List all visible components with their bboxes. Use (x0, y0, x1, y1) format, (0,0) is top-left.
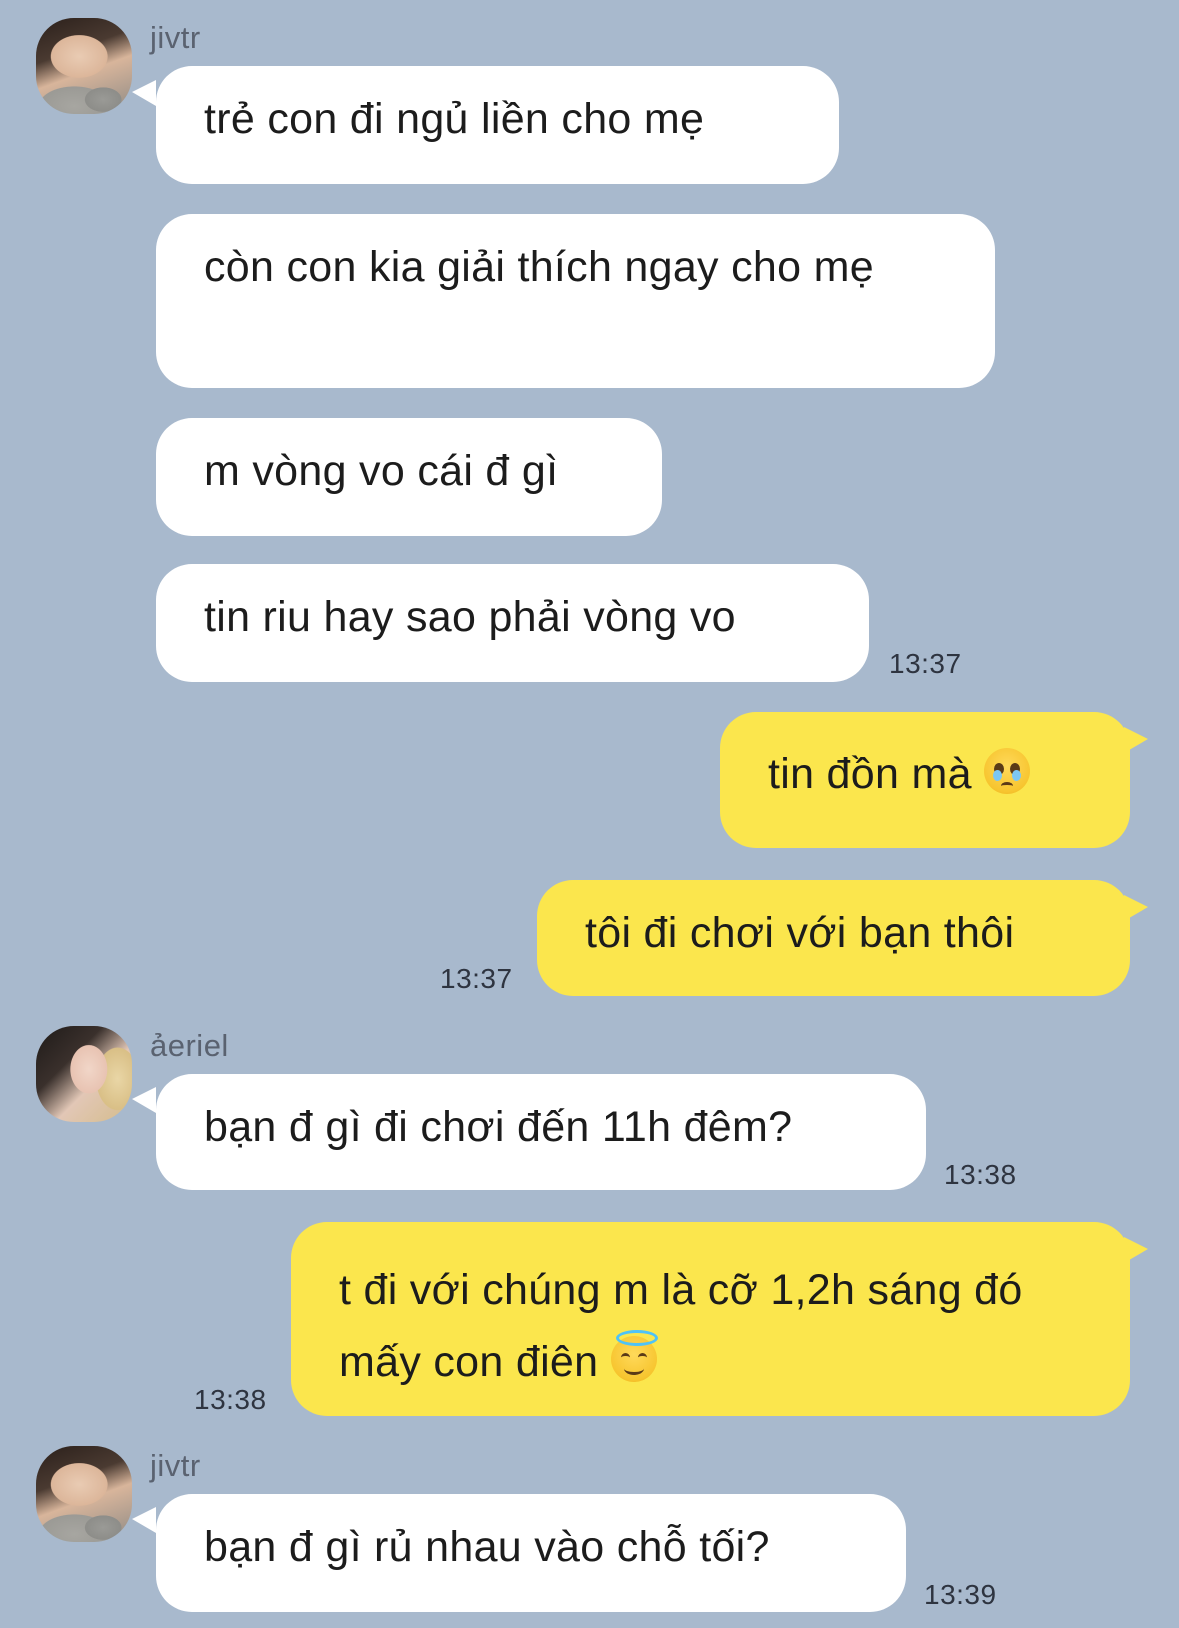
avatar-aeriel[interactable] (36, 1026, 132, 1122)
message-bubble[interactable]: bạn đ gì rủ nhau vào chỗ tối? (156, 1494, 906, 1612)
smiling-face-with-halo-icon (610, 1330, 658, 1382)
pleading-face-icon (984, 748, 1031, 794)
sender-name: jivtr (150, 1448, 201, 1483)
message-bubble[interactable]: tôi đi chơi với bạn thôi (537, 880, 1130, 996)
sender-name: ảeriel (150, 1028, 229, 1063)
message-bubble[interactable]: còn con kia giải thích ngay cho mẹ (156, 214, 995, 388)
message-timestamp: 13:38 (944, 1159, 1017, 1190)
bubble-tail (132, 1507, 156, 1533)
message-timestamp: 13:37 (889, 648, 962, 679)
avatar-jivtr[interactable] (36, 18, 132, 114)
message-bubble[interactable]: bạn đ gì đi chơi đến 11h đêm? (156, 1074, 926, 1190)
bubble-tail (132, 80, 156, 106)
message-text: tin đồn mà (768, 750, 972, 798)
message-timestamp: 13:38 (194, 1384, 267, 1415)
bubble-tail (132, 1087, 156, 1113)
message-bubble[interactable]: m vòng vo cái đ gì (156, 418, 662, 536)
message-bubble[interactable]: trẻ con đi ngủ liền cho mẹ (156, 66, 839, 184)
message-bubble[interactable]: tin riu hay sao phải vòng vo (156, 564, 869, 682)
sender-name: jivtr (150, 20, 201, 55)
message-timestamp: 13:39 (924, 1579, 997, 1610)
message-timestamp: 13:37 (440, 963, 513, 994)
message-text: t đi với chúng m là cỡ 1,2h sáng đó mấy … (339, 1266, 1023, 1386)
avatar-jivtr[interactable] (36, 1446, 132, 1542)
message-bubble[interactable]: tin đồn mà (720, 712, 1130, 848)
message-bubble[interactable]: t đi với chúng m là cỡ 1,2h sáng đó mấy … (291, 1222, 1130, 1416)
